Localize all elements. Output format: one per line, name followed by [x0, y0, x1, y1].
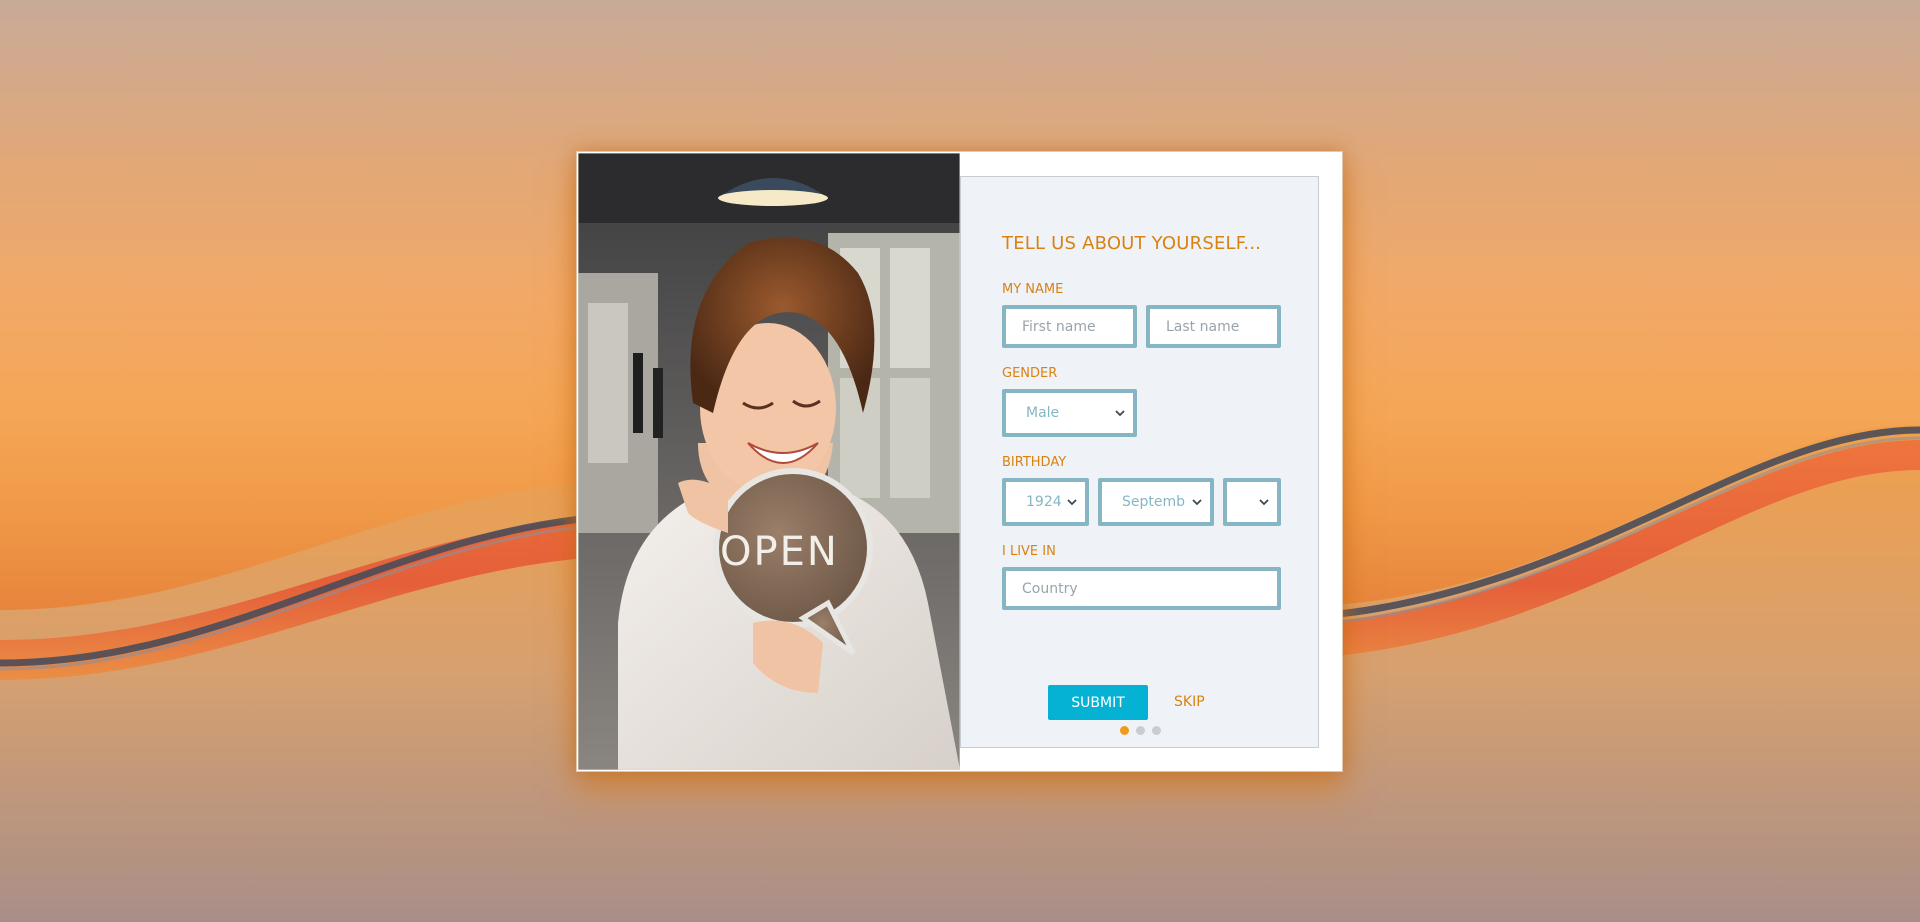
chevron-down-icon [1190, 495, 1204, 509]
birthday-month-value: Septemb [1122, 494, 1186, 510]
gender-select[interactable]: Male [1002, 389, 1137, 437]
woman-with-open-sign-image: OPEN [578, 153, 960, 770]
open-sign-text: OPEN [720, 529, 839, 575]
gender-select-value: Male [1026, 405, 1060, 421]
country-label: I LIVE IN [1002, 544, 1056, 559]
form-heading: TELL US ABOUT YOURSELF... [1002, 233, 1262, 254]
birthday-day-select[interactable] [1223, 478, 1281, 526]
gender-label: GENDER [1002, 366, 1058, 381]
chevron-down-icon [1065, 495, 1079, 509]
birthday-year-select[interactable]: 1924 [1002, 478, 1089, 526]
submit-button[interactable]: SUBMIT [1048, 685, 1148, 720]
skip-link[interactable]: SKIP [1174, 694, 1205, 710]
birthday-month-select[interactable]: Septemb [1098, 478, 1214, 526]
pagination-dot[interactable] [1152, 726, 1161, 735]
first-name-input[interactable] [1002, 305, 1137, 348]
form-panel: TELL US ABOUT YOURSELF... MY NAME GENDER… [960, 176, 1319, 748]
pagination-dot-active[interactable] [1120, 726, 1129, 735]
chevron-down-icon [1113, 406, 1127, 420]
onboarding-dialog: OPEN TELL US ABOUT YOURSELF... MY NAME G… [576, 151, 1343, 772]
pagination-dot[interactable] [1136, 726, 1145, 735]
hero-photo: OPEN [578, 153, 960, 770]
my-name-label: MY NAME [1002, 282, 1064, 297]
country-input[interactable] [1002, 567, 1281, 610]
chevron-down-icon [1257, 495, 1271, 509]
birthday-label: BIRTHDAY [1002, 455, 1067, 470]
birthday-year-value: 1924 [1026, 494, 1062, 510]
last-name-input[interactable] [1146, 305, 1281, 348]
